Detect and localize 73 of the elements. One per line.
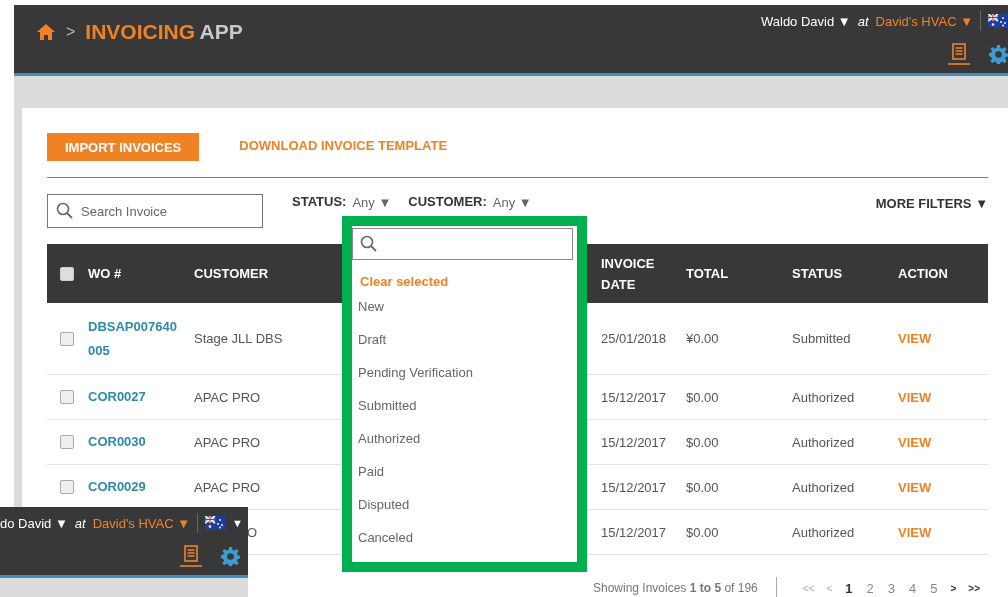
table-cell: APAC PRO (194, 389, 261, 405)
work-order-link[interactable]: COR0030 (88, 430, 179, 454)
row-checkbox[interactable] (60, 390, 74, 404)
work-order-link[interactable]: COR0027 (88, 385, 179, 409)
settings-icon[interactable] (989, 44, 1008, 64)
document-icon[interactable] (179, 545, 203, 567)
table-cell-text: $0.00 (686, 524, 720, 540)
table-cell-text: 25/01/2018 (601, 331, 668, 346)
status-filter-dropdown[interactable]: Any ▼ (352, 195, 392, 210)
dropdown-option[interactable]: Canceled (352, 521, 573, 554)
home-icon[interactable] (36, 23, 56, 41)
table-cell-text: Authorized (792, 389, 856, 405)
customer-filter-dropdown[interactable]: Any ▼ (492, 195, 532, 210)
table-cell-text: 15/12/2017 (601, 524, 668, 540)
app-title: INVOICING APP (85, 20, 243, 44)
settings-icon[interactable] (221, 546, 240, 566)
pagination-summary: Showing Invoices 1 to 5 of 196 (593, 581, 758, 595)
table-cell-text: Submitted (792, 331, 852, 346)
table-cell: O (247, 524, 258, 540)
customer-filter-label: CUSTOMER: (408, 194, 487, 209)
dropdown-option[interactable]: Paid (352, 455, 573, 488)
page-button[interactable]: 4 (909, 580, 917, 596)
search-icon (360, 235, 377, 252)
status-filter-label: STATUS: (292, 194, 347, 209)
breadcrumb-separator: > (66, 23, 76, 41)
column-header[interactable]: WO # (88, 266, 194, 281)
work-order-link[interactable]: COR0029 (88, 475, 179, 499)
column-header[interactable]: STATUS (792, 266, 898, 281)
more-filters-button[interactable]: MORE FILTERS ▼ (875, 196, 988, 211)
company-menu[interactable]: David's HVAC ▼ (875, 13, 973, 29)
work-order-link[interactable]: DBSAP007640005 (88, 314, 179, 363)
column-header[interactable]: ACTION (898, 266, 988, 281)
flag-icon[interactable] (988, 14, 1008, 28)
language-menu[interactable]: ▼ (232, 517, 243, 529)
table-cell-text: $0.00 (686, 389, 720, 405)
table-cell: Stage JLL DBS (194, 331, 283, 346)
search-field[interactable]: Search Invoice (47, 194, 263, 228)
column-header[interactable]: TOTAL (686, 266, 792, 281)
table-cell-text: 15/12/2017 (601, 434, 668, 450)
dropdown-option[interactable]: Pending Verification (352, 356, 573, 389)
row-checkbox[interactable] (60, 435, 74, 449)
dropdown-option[interactable]: Authorized (352, 422, 573, 455)
at-label: at (857, 13, 869, 29)
select-all-checkbox[interactable] (60, 266, 74, 281)
table-cell-text: $0.00 (686, 479, 720, 495)
page-button[interactable]: 1 (845, 580, 853, 596)
search-icon (56, 202, 73, 219)
dropdown-option[interactable]: Submitted (352, 389, 573, 422)
page-button[interactable]: 2 (866, 580, 874, 596)
table-cell: APAC PRO (194, 479, 261, 495)
dropdown-option[interactable]: Disputed (352, 488, 573, 521)
next-page-button[interactable]: > (950, 582, 957, 594)
table-cell-text: Authorized (792, 524, 856, 540)
table-cell-text: 15/12/2017 (601, 389, 668, 405)
dropdown-option[interactable]: Draft (352, 323, 573, 356)
table-cell: APAC PRO (194, 434, 261, 450)
user-menu[interactable]: Waldo David ▼ (761, 13, 851, 29)
table-cell-text: $0.00 (686, 434, 720, 450)
user-menu[interactable]: do David ▼ (0, 515, 68, 531)
page-button[interactable]: 5 (930, 580, 938, 596)
row-checkbox[interactable] (60, 480, 74, 494)
table-cell-text: Authorized (792, 434, 856, 450)
document-icon[interactable] (947, 43, 971, 65)
page-button[interactable]: 3 (887, 580, 895, 596)
table-cell-text: ¥0.00 (686, 331, 720, 346)
dropdown-search-field[interactable] (352, 228, 573, 260)
flag-icon[interactable] (205, 516, 226, 530)
table-cell-text: 15/12/2017 (601, 479, 668, 495)
last-page-button[interactable]: >> (968, 582, 980, 594)
table-cell-text: Authorized (792, 479, 856, 495)
company-menu[interactable]: David's HVAC ▼ (92, 515, 191, 531)
at-label: at (74, 515, 86, 531)
row-checkbox[interactable] (60, 331, 74, 346)
